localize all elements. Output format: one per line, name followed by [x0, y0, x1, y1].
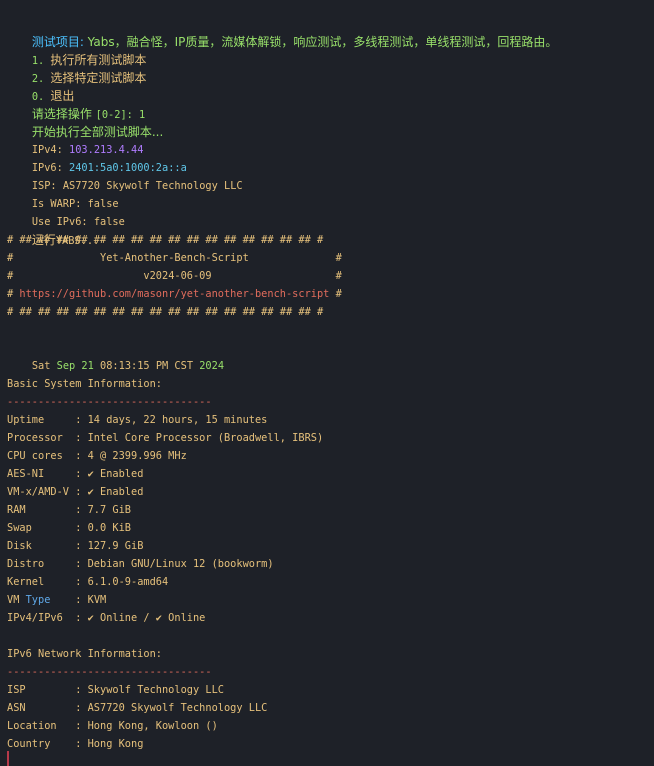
row-value: Hong Kong, Kowloon () — [87, 720, 218, 732]
row-value: Hong Kong — [87, 738, 144, 750]
row-value: Skywolf Technology LLC — [87, 684, 224, 696]
row-key: Disk : — [7, 540, 88, 552]
date-month-day: Sep 21 — [56, 360, 101, 372]
row-value: ✔ Enabled — [87, 486, 144, 498]
run-yabs-line: 运行YABS... — [7, 213, 99, 247]
row-key: VM — [7, 594, 26, 606]
row-value: 6.1.0-9-amd64 — [87, 576, 169, 588]
row-key: Country : — [7, 738, 88, 750]
row-key: Processor : — [7, 432, 88, 444]
date-line: Sat Sep 21 08:13:15 PM CST 2024 — [7, 339, 224, 372]
banner-edge: # — [7, 270, 144, 282]
row-key: VM-x/AMD-V : — [7, 486, 88, 498]
row-key: ASN : — [7, 702, 88, 714]
row-value: ✔ Enabled — [87, 468, 144, 480]
banner-version-line: # v2024-06-09 # — [7, 267, 342, 285]
row-key: Kernel : — [7, 576, 88, 588]
warp-line: Is WARP: false — [7, 177, 119, 210]
row-key: CPU cores : — [7, 450, 88, 462]
sys-row-ram: RAM : 7.7 GiB — [7, 501, 131, 519]
banner-edge: # — [211, 270, 342, 282]
row-value: KVM — [87, 594, 107, 606]
banner-edge: # — [329, 288, 342, 300]
banner-edge: # — [7, 288, 20, 300]
sys-info-divider: --------------------------------- — [7, 396, 212, 408]
ipv6-row-country: Country : Hong Kong — [7, 735, 143, 753]
banner-url-link[interactable]: https://github.com/masonr/yet-another-be… — [19, 288, 329, 300]
ipv6-row-isp: ISP : Skywolf Technology LLC — [7, 681, 224, 699]
row-value: 7.7 GiB — [87, 504, 131, 516]
menu-option-0: 0. 退出 — [7, 69, 75, 103]
sys-row-swap: Swap : 0.0 KiB — [7, 519, 131, 537]
row-key: IPv4/IPv6 : — [7, 612, 88, 624]
row-value: AS7720 Skywolf Technology LLC — [87, 702, 268, 714]
test-items-line: 测试项目: Yabs，融合怪，IP质量，流媒体解锁，响应测试，多线程测试，单线程… — [7, 15, 558, 49]
banner-edge: # — [248, 252, 342, 264]
banner-version: v2024-06-09 — [143, 270, 212, 282]
banner-edge: # — [7, 252, 100, 264]
sys-row-vm-type: VM Type : KVM — [7, 591, 106, 609]
ipv6-net-divider: --------------------------------- — [7, 666, 212, 678]
test-items-list: Yabs，融合怪，IP质量，流媒体解锁，响应测试，多线程测试，单线程测试，回程路… — [87, 35, 558, 49]
sys-row-kernel: Kernel : 6.1.0-9-amd64 — [7, 573, 168, 591]
sys-info-title: Basic System Information: — [7, 378, 162, 390]
ipv6-net-title: IPv6 Network Information: — [7, 648, 162, 660]
sys-row-uptime: Uptime : 14 days, 22 hours, 15 minutes — [7, 411, 267, 429]
row-key-keyword: Type — [25, 594, 51, 606]
row-key: Swap : — [7, 522, 88, 534]
ipv4-line: IPv4: 103.213.4.44 — [7, 123, 144, 156]
use-ipv6-line: Use IPv6: false — [7, 195, 125, 228]
sys-row-disk: Disk : 127.9 GiB — [7, 537, 143, 555]
banner-title-line: # Yet-Another-Bench-Script # — [7, 249, 342, 267]
sys-row-distro: Distro : Debian GNU/Linux 12 (bookworm) — [7, 555, 274, 573]
row-value: 4 @ 2399.996 MHz — [87, 450, 187, 462]
sys-row-processor: Processor : Intel Core Processor (Broadw… — [7, 429, 323, 447]
sys-row-ipv4-ipv6: IPv4/IPv6 : ✔ Online / ✔ Online — [7, 609, 205, 627]
ipv6-row-location: Location : Hong Kong, Kowloon () — [7, 717, 218, 735]
sys-row-aes-ni: AES-NI : ✔ Enabled — [7, 465, 143, 483]
banner-border-top: # ## ## ## ## ## ## ## ## ## ## ## ## ##… — [7, 234, 324, 246]
banner-title: Yet-Another-Bench-Script — [100, 252, 249, 264]
menu-option-2: 2. 选择特定测试脚本 — [7, 51, 147, 85]
row-value: 0.0 KiB — [87, 522, 131, 534]
row-value: 14 days, 22 hours, 15 minutes — [87, 414, 268, 426]
date-time: 08:13:15 PM CST — [100, 360, 200, 372]
banner-border-bottom: # ## ## ## ## ## ## ## ## ## ## ## ## ##… — [7, 306, 324, 318]
isp-line: ISP: AS7720 Skywolf Technology LLC — [7, 159, 243, 192]
row-key: RAM : — [7, 504, 88, 516]
date-dow: Sat — [31, 360, 57, 372]
sys-row-vmx: VM-x/AMD-V : ✔ Enabled — [7, 483, 143, 501]
terminal-cursor — [7, 751, 9, 766]
ipv6-line: IPv6: 2401:5a0:1000:2a::a — [7, 141, 187, 174]
row-value: 127.9 GiB — [87, 540, 144, 552]
row-key: Location : — [7, 720, 88, 732]
row-key: ISP : — [7, 684, 88, 696]
row-value: ✔ Online / ✔ Online — [87, 612, 206, 624]
sys-row-cpu-cores: CPU cores : 4 @ 2399.996 MHz — [7, 447, 187, 465]
row-key: Distro : — [7, 558, 88, 570]
start-message: 开始执行全部测试脚本... — [7, 105, 163, 139]
row-key: Uptime : — [7, 414, 88, 426]
choice-prompt: 请选择操作 [0-2]: 1 — [7, 87, 145, 121]
ipv6-row-asn: ASN : AS7720 Skywolf Technology LLC — [7, 699, 267, 717]
row-value: Debian GNU/Linux 12 (bookworm) — [87, 558, 274, 570]
menu-option-1: 1. 执行所有测试脚本 — [7, 33, 147, 67]
banner-url-line: # https://github.com/masonr/yet-another-… — [7, 285, 342, 303]
row-key: AES-NI : — [7, 468, 88, 480]
row-key: : — [50, 594, 88, 606]
terminal-window[interactable]: 测试项目: Yabs，融合怪，IP质量，流媒体解锁，响应测试，多线程测试，单线程… — [0, 0, 654, 766]
row-value: Intel Core Processor (Broadwell, IBRS) — [87, 432, 324, 444]
date-year: 2024 — [199, 360, 225, 372]
